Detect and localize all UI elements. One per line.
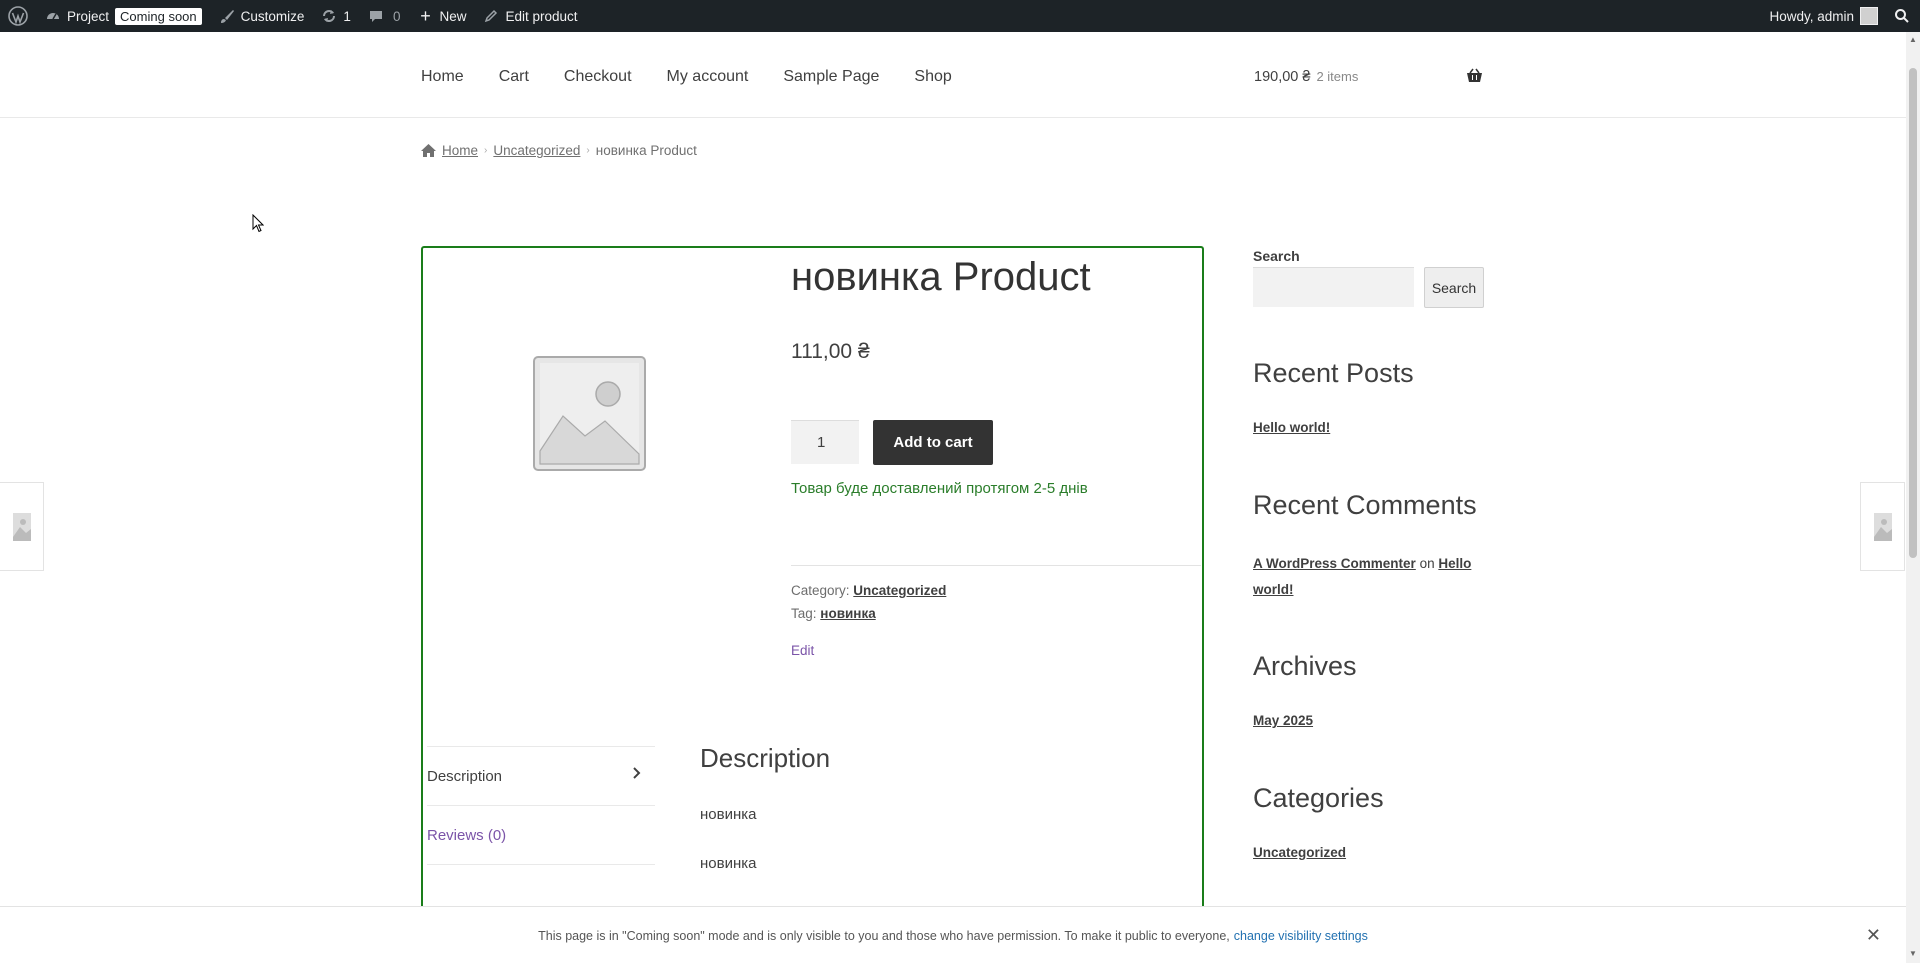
- updates-button[interactable]: 1: [312, 0, 359, 32]
- plus-icon: +: [420, 5, 431, 26]
- edit-product-label: Edit product: [505, 8, 578, 24]
- tab-reviews-label: Reviews (0): [427, 826, 507, 844]
- description-heading: Description: [700, 743, 831, 773]
- refresh-icon: [320, 7, 338, 25]
- quantity-input[interactable]: [791, 420, 859, 464]
- product-price: 111,00 ₴: [791, 340, 870, 363]
- sidebar-search-input[interactable]: [1253, 267, 1414, 307]
- category-label: Category:: [791, 583, 850, 598]
- visibility-settings-link[interactable]: change visibility settings: [1234, 929, 1368, 943]
- header-cart[interactable]: 190,00 ₴ 2 items: [1254, 69, 1358, 85]
- next-product-thumb[interactable]: [1860, 482, 1905, 571]
- wordpress-icon: [8, 6, 28, 26]
- recent-comment: A WordPress Commenter on Hello world!: [1253, 551, 1483, 603]
- admin-search-button[interactable]: [1886, 0, 1920, 32]
- delivery-note: Товар буде доставлений протягом 2-5 днів: [791, 480, 1088, 497]
- howdy-label: Howdy, admin: [1769, 8, 1854, 24]
- product-category-meta: Category: Uncategorized: [791, 583, 946, 598]
- nav-item-checkout[interactable]: Checkout: [564, 68, 632, 86]
- coming-soon-badge: Coming soon: [115, 7, 202, 25]
- archive-link[interactable]: May 2025: [1253, 713, 1313, 728]
- image-placeholder-icon: [1873, 512, 1892, 541]
- pencil-icon: [482, 7, 500, 25]
- brush-icon: [218, 7, 236, 25]
- breadcrumb-separator-icon: ›: [484, 145, 488, 156]
- tag-label: Tag:: [791, 606, 817, 621]
- admin-bar: Project Coming soon Customize 1 0 + New …: [0, 0, 1920, 32]
- sidebar-search-label: Search: [1253, 248, 1300, 264]
- comments-count: 0: [392, 8, 401, 24]
- sidebar-search-button[interactable]: Search: [1424, 267, 1484, 308]
- site-header: Home Cart Checkout My account Sample Pag…: [0, 32, 1906, 118]
- account-menu[interactable]: Howdy, admin: [1761, 0, 1886, 32]
- product-tag-meta: Tag: новинка: [791, 606, 876, 621]
- breadcrumb-separator-icon: ›: [586, 145, 590, 156]
- product-image-placeholder[interactable]: [533, 356, 646, 476]
- scroll-down-icon[interactable]: ▼: [1909, 950, 1917, 958]
- recent-comments-title: Recent Comments: [1253, 490, 1477, 520]
- comments-button[interactable]: 0: [359, 0, 409, 32]
- page-scrollbar[interactable]: ▲ ▼: [1906, 32, 1920, 963]
- edit-product-button[interactable]: Edit product: [474, 0, 585, 32]
- image-placeholder-icon: [12, 512, 31, 541]
- product-tabs: Description Reviews (0): [427, 746, 655, 865]
- chevron-right-icon: [633, 767, 641, 779]
- customize-label: Customize: [240, 8, 305, 24]
- nav-item-sample-page[interactable]: Sample Page: [783, 68, 879, 86]
- coming-soon-notice: This page is in "Coming soon" mode and i…: [0, 906, 1906, 964]
- recent-posts-title: Recent Posts: [1253, 358, 1414, 388]
- edit-product-link[interactable]: Edit: [791, 643, 814, 658]
- search-icon: [1895, 9, 1909, 23]
- category-link[interactable]: Uncategorized: [1253, 845, 1346, 860]
- tab-reviews[interactable]: Reviews (0): [427, 805, 655, 865]
- categories-title: Categories: [1253, 783, 1384, 813]
- breadcrumb-home[interactable]: Home: [442, 143, 478, 158]
- product-title: новинка Product: [791, 255, 1091, 299]
- updates-count: 1: [343, 8, 351, 24]
- site-name-button[interactable]: Project Coming soon: [36, 0, 210, 32]
- breadcrumb: Home › Uncategorized › новинка Product: [421, 143, 697, 158]
- previous-product-thumb[interactable]: [0, 482, 44, 571]
- nav-item-cart[interactable]: Cart: [499, 68, 529, 86]
- nav-item-shop[interactable]: Shop: [914, 68, 951, 86]
- recent-post-link[interactable]: Hello world!: [1253, 420, 1330, 435]
- comment-on-text: on: [1419, 556, 1435, 571]
- new-button[interactable]: + New: [408, 0, 474, 32]
- product-category-link[interactable]: Uncategorized: [853, 583, 946, 598]
- customize-button[interactable]: Customize: [210, 0, 313, 32]
- add-to-cart-button[interactable]: Add to cart: [873, 420, 993, 465]
- cart-total: 190,00 ₴: [1254, 69, 1311, 85]
- scroll-thumb[interactable]: [1909, 68, 1917, 558]
- comment-author-link[interactable]: A WordPress Commenter: [1253, 556, 1416, 571]
- basket-icon[interactable]: [1466, 68, 1483, 88]
- breadcrumb-category[interactable]: Uncategorized: [493, 143, 580, 158]
- divider: [791, 565, 1201, 566]
- nav-item-my-account[interactable]: My account: [667, 68, 749, 86]
- primary-nav: Home Cart Checkout My account Sample Pag…: [421, 68, 987, 86]
- description-paragraph: новинка: [700, 855, 757, 872]
- notice-text: This page is in "Coming soon" mode and i…: [538, 928, 1230, 943]
- comment-icon: [367, 7, 385, 25]
- scroll-up-icon[interactable]: ▲: [1909, 36, 1917, 44]
- product-tag-link[interactable]: новинка: [820, 606, 875, 621]
- tab-description[interactable]: Description: [427, 746, 655, 805]
- home-icon: [421, 144, 436, 157]
- close-icon[interactable]: ✕: [1866, 925, 1881, 946]
- site-name-label: Project: [67, 8, 110, 24]
- avatar: [1860, 7, 1878, 25]
- dashboard-icon: [44, 7, 62, 25]
- new-label: New: [439, 8, 467, 24]
- cart-count: 2 items: [1316, 69, 1359, 84]
- tab-description-label: Description: [427, 767, 503, 785]
- nav-item-home[interactable]: Home: [421, 68, 464, 86]
- archives-title: Archives: [1253, 651, 1357, 681]
- description-paragraph: новинка: [700, 806, 757, 823]
- mouse-cursor-icon: [252, 213, 265, 238]
- breadcrumb-current: новинка Product: [595, 143, 697, 158]
- wordpress-logo-button[interactable]: [0, 0, 36, 32]
